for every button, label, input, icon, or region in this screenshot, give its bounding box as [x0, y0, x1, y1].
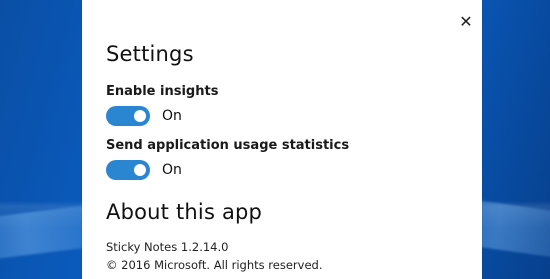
- copyright-text: © 2016 Microsoft. All rights reserved.: [106, 258, 323, 272]
- usage-statistics-row: On: [106, 160, 182, 180]
- app-version: 1.2.14.0: [180, 240, 229, 254]
- enable-insights-toggle[interactable]: [106, 106, 150, 126]
- usage-statistics-state: On: [162, 162, 182, 178]
- toggle-knob: [134, 110, 146, 122]
- about-title: About this app: [106, 200, 263, 224]
- settings-title: Settings: [106, 42, 194, 66]
- app-version-line: Sticky Notes 1.2.14.0: [106, 240, 228, 254]
- enable-insights-row: On: [106, 106, 182, 126]
- usage-statistics-label: Send application usage statistics: [106, 138, 350, 153]
- app-name: Sticky Notes: [106, 240, 178, 254]
- desktop-background: ✕ Settings Enable insights On Send appli…: [0, 0, 550, 279]
- usage-statistics-toggle[interactable]: [106, 160, 150, 180]
- close-button[interactable]: ✕: [454, 10, 478, 34]
- settings-panel: ✕ Settings Enable insights On Send appli…: [82, 0, 482, 279]
- enable-insights-label: Enable insights: [106, 84, 219, 99]
- toggle-knob: [134, 164, 146, 176]
- enable-insights-state: On: [162, 108, 182, 124]
- close-icon: ✕: [459, 12, 473, 31]
